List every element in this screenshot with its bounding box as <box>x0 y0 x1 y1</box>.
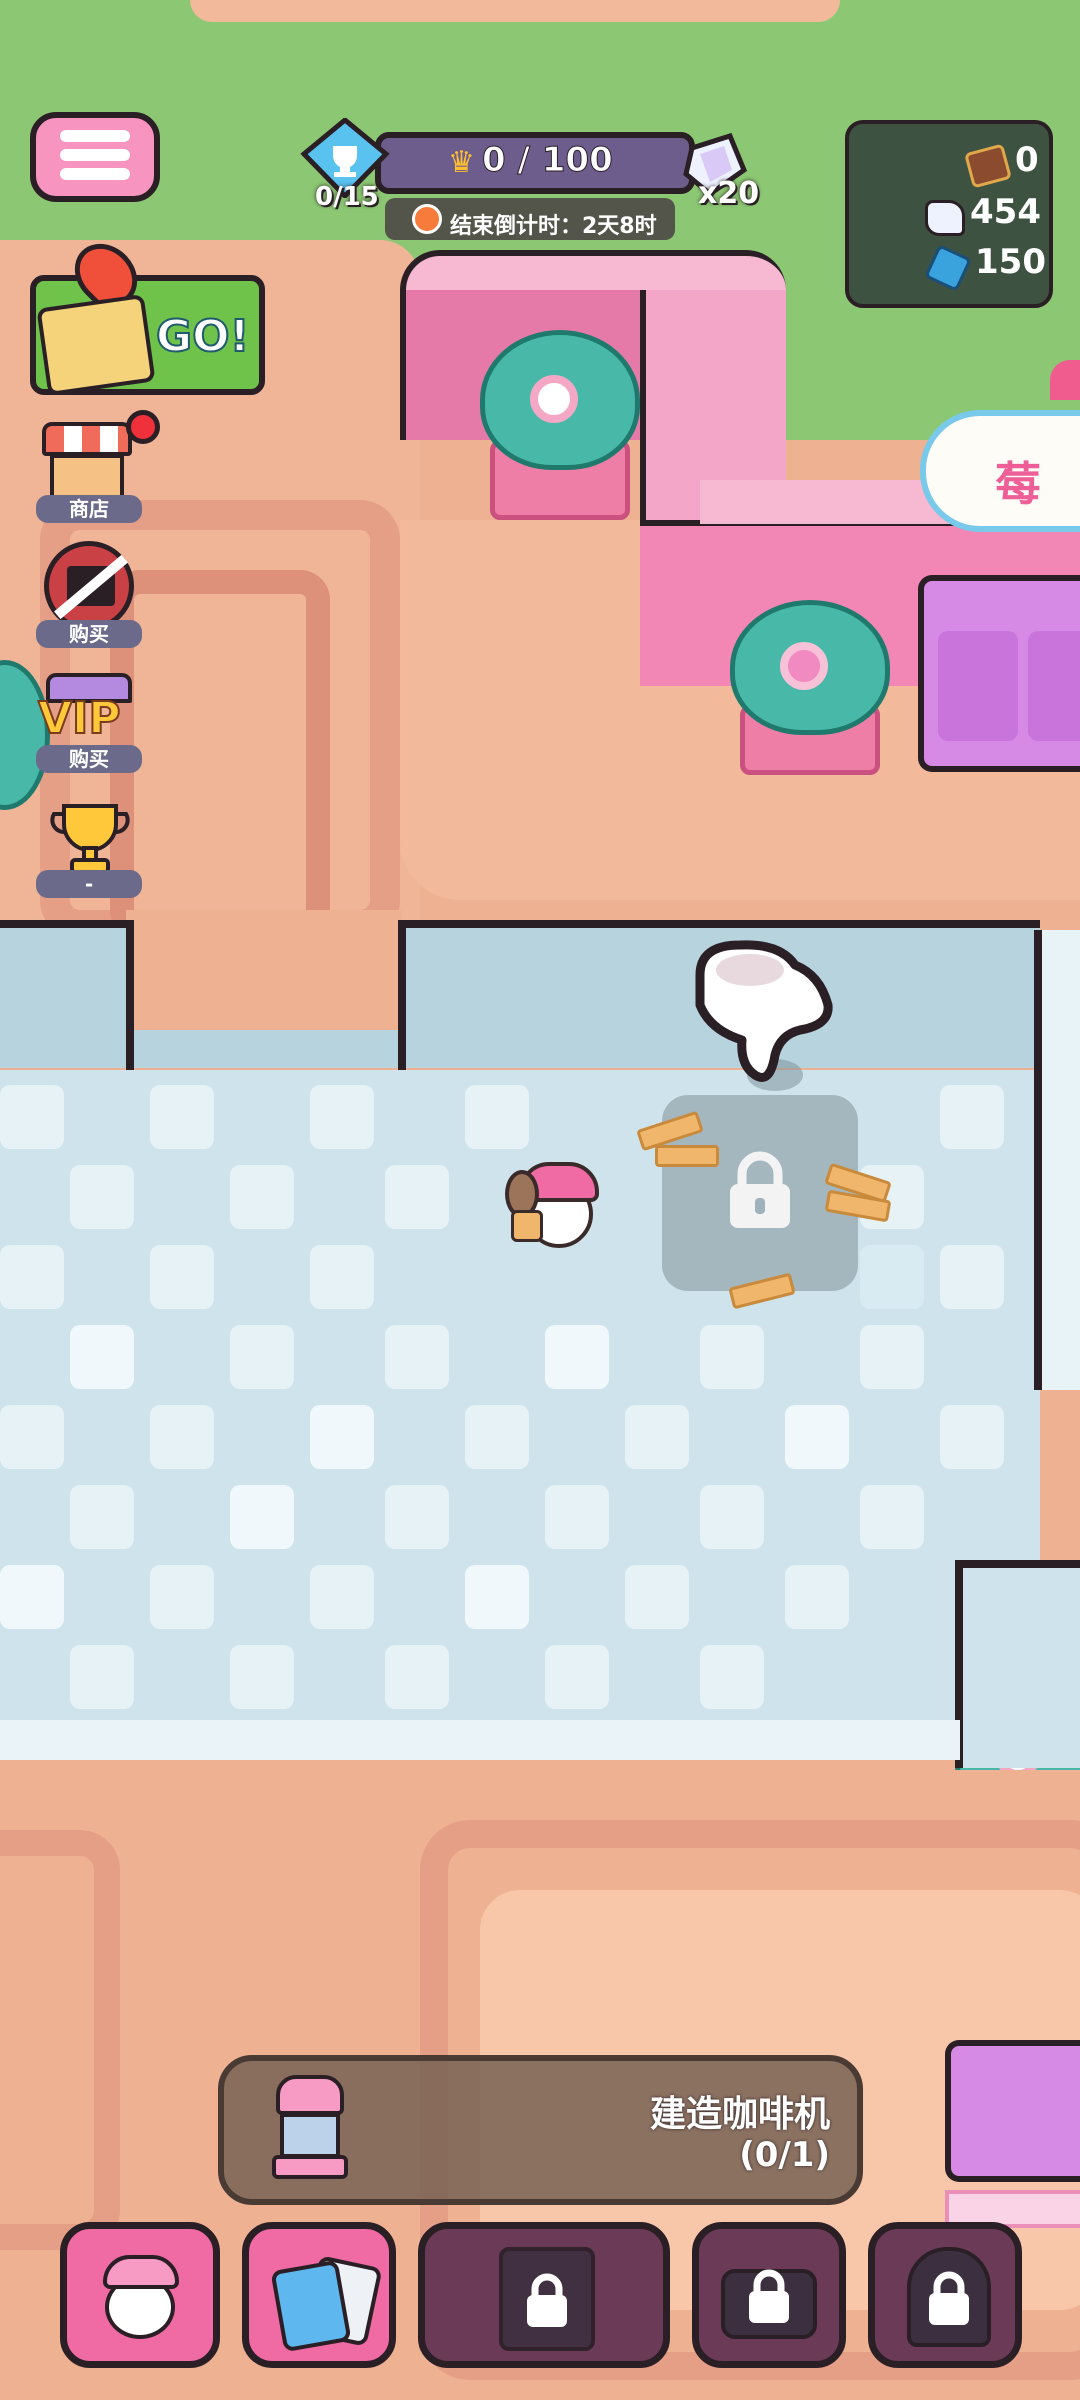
shop-button[interactable]: 商店 <box>30 410 160 525</box>
crown-icon: ♛ <box>448 145 475 180</box>
vip-buy-label: 购买 <box>36 745 142 773</box>
buy-label: 购买 <box>36 620 142 648</box>
bottom-bar-cards-button[interactable] <box>242 2222 396 2368</box>
lock-icon <box>745 2269 793 2325</box>
bottom-bar-chef-button[interactable] <box>60 2222 220 2368</box>
vip-button[interactable]: VIP 购买 <box>30 665 150 775</box>
chocolate-count: 0 <box>1015 140 1039 180</box>
chef-avatar-icon <box>95 2251 187 2343</box>
plant-pot-2[interactable] <box>730 600 890 775</box>
hamburger-icon <box>60 130 130 180</box>
room-right-step <box>955 1560 1080 1768</box>
room-right-wall <box>1034 930 1080 1390</box>
purple-cabinet[interactable] <box>918 575 1080 772</box>
go-label: GO! <box>155 310 251 363</box>
tutorial-pointer-hand-icon <box>680 935 840 1105</box>
purple-counter[interactable] <box>945 2040 1080 2182</box>
wood-plank-icon <box>655 1145 719 1167</box>
room-wall-divider-right <box>398 920 406 1080</box>
shop-stall-icon <box>42 422 132 502</box>
crown-score: 0 / 100 <box>482 140 614 181</box>
coffee-machine-icon <box>272 2075 348 2180</box>
crystal-count: 454 <box>970 192 1041 232</box>
bottom-bar-locked-button[interactable] <box>868 2222 1022 2368</box>
trophy-label: - <box>36 870 142 898</box>
shop-sign-text: 莓 <box>995 457 1041 511</box>
crystal-icon <box>925 200 965 236</box>
remove-ads-button[interactable]: 购买 <box>30 535 150 650</box>
map-icon <box>36 293 156 397</box>
lock-icon <box>724 1150 796 1230</box>
notification-dot <box>126 410 160 444</box>
room-wall-divider-left <box>126 920 134 1080</box>
cards-icon <box>270 2255 383 2353</box>
plant-pot-1[interactable] <box>480 330 640 520</box>
menu-button[interactable] <box>30 112 160 202</box>
room-bottom-edge <box>0 1720 960 1760</box>
blue-gem-count: 150 <box>975 242 1046 282</box>
shop-label: 商店 <box>36 495 142 523</box>
vip-badge-text: VIP <box>37 692 122 745</box>
trophy-progress: 0/15 <box>315 182 379 212</box>
ground-lower-track-left <box>0 1830 120 2250</box>
dirt-path <box>190 0 840 22</box>
task-title: 建造咖啡机 <box>649 2094 830 2135</box>
bottom-bar-stove-locked-button[interactable] <box>692 2222 846 2368</box>
countdown-text: 结束倒计时：2天8时 <box>450 214 657 239</box>
gold-trophy-icon <box>50 798 130 878</box>
bottom-bar-recipe-book-locked-button[interactable] <box>418 2222 670 2368</box>
task-progress: (0/1) <box>739 2135 830 2175</box>
sign-awning <box>1050 360 1080 400</box>
chef-character[interactable] <box>505 1150 605 1250</box>
trophy-button[interactable]: - <box>30 790 150 900</box>
go-map-button[interactable]: GO! <box>30 231 265 397</box>
lock-icon <box>925 2271 973 2327</box>
clock-icon <box>412 204 442 234</box>
lock-icon <box>523 2273 571 2329</box>
no-ads-icon <box>44 541 134 631</box>
room-wall-gap <box>126 910 402 1030</box>
gem-multiplier: x20 <box>698 176 760 211</box>
